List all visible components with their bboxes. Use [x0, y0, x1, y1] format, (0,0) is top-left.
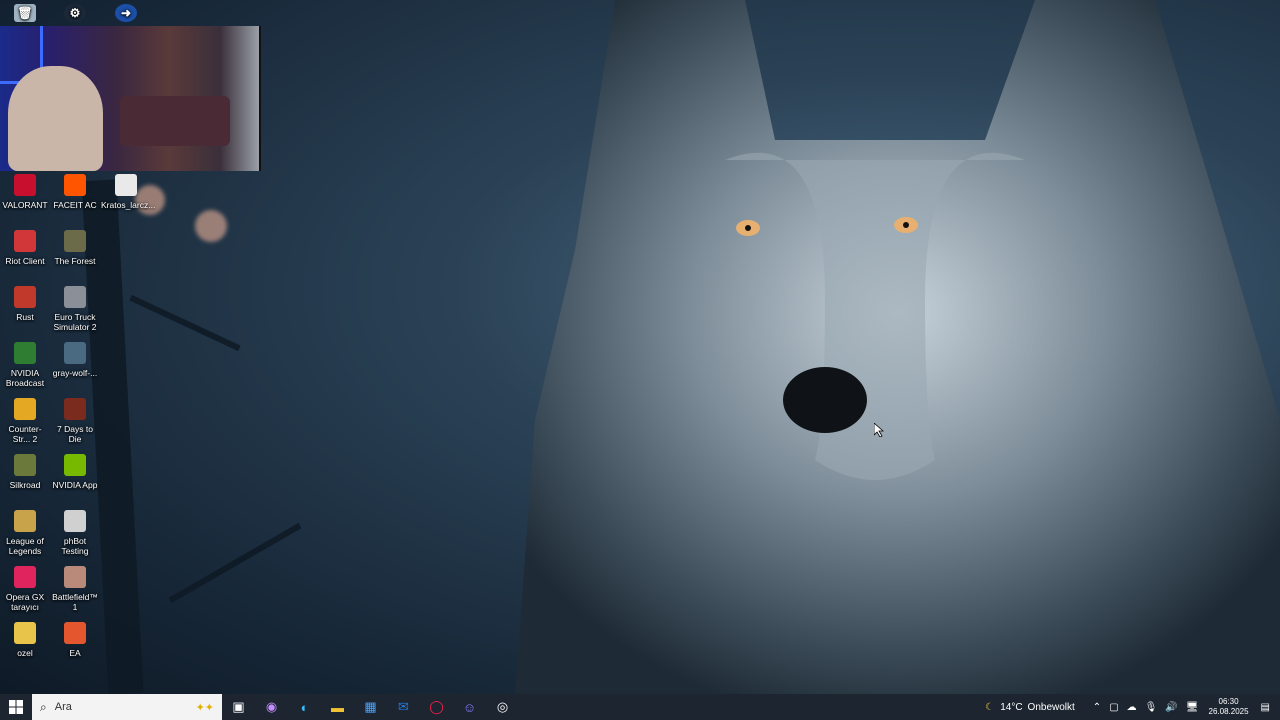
desktop-icon-label: Kratos_larcz... [101, 200, 156, 210]
desktop-icon-label: ozel [17, 648, 33, 658]
desktop-icon-label: Rust [16, 312, 34, 322]
desktop-icon[interactable]: gray-wolf-... [50, 342, 100, 378]
desktop-icon[interactable]: Silkroad [0, 454, 50, 490]
phbot-icon [64, 510, 86, 532]
tree-branch [168, 522, 302, 604]
copilot-icon[interactable]: ◉ [255, 694, 288, 720]
desktop-icon[interactable]: NVIDIA App [50, 454, 100, 490]
nvidia-icon [64, 454, 86, 476]
tree-branch [129, 294, 241, 352]
desktop-icon[interactable]: FACEIT AC [50, 174, 100, 210]
desktop-icon[interactable]: Euro Truck Simulator 2 [50, 286, 100, 332]
windows-icon [9, 700, 23, 714]
webcam-overlay [0, 26, 261, 171]
notification-icon[interactable]: ▤ [1261, 702, 1270, 713]
copilot-sparkle-icon: ✦✦ [195, 701, 214, 714]
desktop-icon[interactable]: 7 Days to Die [50, 398, 100, 444]
volume-icon[interactable]: 🔊 [1165, 702, 1177, 713]
opera-gx-icon [14, 566, 36, 588]
weather-temp[interactable]: 14°C [1000, 702, 1022, 713]
file-icon [115, 174, 137, 196]
desktop-icon[interactable]: ozel [0, 622, 50, 658]
wolf-nose [783, 367, 867, 433]
truck-icon [64, 286, 86, 308]
desktop-icon[interactable]: Battlefield™ 1 [50, 566, 100, 612]
search-placeholder: Ara [54, 701, 72, 713]
bed [120, 96, 230, 146]
desktop-icon-label: Counter-Str... 2 [8, 424, 42, 444]
7dtd-icon [64, 398, 86, 420]
desktop-icon[interactable]: VALORANT [0, 174, 50, 210]
desktop-icon-label: Opera GX tarayıcı [5, 592, 45, 612]
search-icon: ⌕ [40, 699, 47, 714]
mouse-cursor [874, 423, 884, 437]
onedrive-icon[interactable]: ☁ [1127, 702, 1137, 713]
desktop-icon-label: FACEIT AC [53, 200, 97, 210]
desktop-icon-label: Silkroad [9, 480, 41, 490]
desktop-icon-label: NVIDIA Broadcast [5, 368, 45, 388]
desktop-icon[interactable]: Riot Client [0, 230, 50, 266]
taskbar: ⌕ Ara ✦✦ ▣ ◉ ◐ ▬ ▦ ✉ ◯ ☺ ◎ ☾ 14°C Onbewo… [0, 694, 1280, 720]
desktop-icon-label: Euro Truck Simulator 2 [53, 312, 97, 332]
rust-icon [14, 286, 36, 308]
desktop-icon-label: League of Legends [6, 536, 44, 556]
desktop-icon[interactable]: The Forest [50, 230, 100, 266]
desktop-icon-label: Riot Client [5, 256, 45, 266]
start-button[interactable] [0, 694, 32, 720]
desktop-icon-label: EA [69, 648, 81, 658]
task-view-icon[interactable]: ▣ [222, 694, 255, 720]
store-icon[interactable]: ▦ [354, 694, 387, 720]
desktop-icon[interactable]: phBot Testing [50, 510, 100, 556]
battlefield-icon [64, 566, 86, 588]
shortcut-icon[interactable]: ➜ [101, 0, 151, 26]
weather-icon[interactable]: ☾ [985, 702, 994, 713]
forest-icon [64, 230, 86, 252]
tray-app-icon[interactable]: ▢ [1109, 702, 1118, 713]
recycle-bin-icon[interactable]: 🗑 [0, 0, 50, 26]
desktop-icon-label: VALORANT [2, 200, 48, 210]
cs2-icon [14, 398, 36, 420]
system-tray: ☾ 14°C Onbewolkt ⌃ ▢ ☁ 🎙 🔊 🖥 06:30 26.08… [985, 694, 1280, 720]
desktop-icon-label: NVIDIA App [52, 480, 98, 490]
valorant-icon [14, 174, 36, 196]
microphone-icon[interactable]: 🎙 [1145, 702, 1158, 713]
streamer [8, 66, 103, 171]
clock-time: 06:30 [1218, 697, 1239, 706]
clock-date: 26.08.2025 [1208, 707, 1249, 716]
desktop-icon-label: gray-wolf-... [52, 368, 98, 378]
discord-icon[interactable]: ☺ [453, 694, 486, 720]
desktop-icon[interactable]: EA [50, 622, 100, 658]
clock[interactable]: 06:30 26.08.2025 [1209, 697, 1249, 717]
desktop-icon-label: The Forest [54, 256, 96, 266]
desktop-icon-label: 7 Days to Die [57, 424, 93, 444]
taskbar-search[interactable]: ⌕ Ara ✦✦ [32, 694, 222, 720]
image-file-icon [64, 342, 86, 364]
riot-icon [14, 230, 36, 252]
faceit-icon [64, 174, 86, 196]
silkroad-icon [14, 454, 36, 476]
network-icon[interactable]: 🖥 [1186, 702, 1199, 713]
steam-icon[interactable]: ⚙ [50, 0, 100, 26]
desktop-icon[interactable]: Rust [0, 286, 50, 322]
desktop-icon[interactable]: League of Legends [0, 510, 50, 556]
edge-icon[interactable]: ◐ [288, 694, 321, 720]
bokeh-light [195, 210, 227, 242]
obs-icon[interactable]: ◎ [486, 694, 519, 720]
desktop-icon-label: phBot Testing [61, 536, 89, 556]
desktop-icon[interactable]: Opera GX tarayıcı [0, 566, 50, 612]
ea-icon [64, 622, 86, 644]
desktop-icon[interactable]: NVIDIA Broadcast [0, 342, 50, 388]
opera-gx-icon[interactable]: ◯ [420, 694, 453, 720]
wolf-image [515, 0, 1280, 694]
desktop-icon[interactable]: Counter-Str... 2 [0, 398, 50, 444]
lol-icon [14, 510, 36, 532]
weather-condition[interactable]: Onbewolkt [1028, 702, 1075, 713]
chevron-up-icon[interactable]: ⌃ [1093, 702, 1101, 713]
folder-icon [14, 622, 36, 644]
desktop-icon-label: Battlefield™ 1 [52, 592, 98, 612]
outlook-icon[interactable]: ✉ [387, 694, 420, 720]
file-explorer-icon[interactable]: ▬ [321, 694, 354, 720]
nvidia-broadcast-icon [14, 342, 36, 364]
desktop-icon[interactable]: Kratos_larcz... [101, 174, 156, 210]
